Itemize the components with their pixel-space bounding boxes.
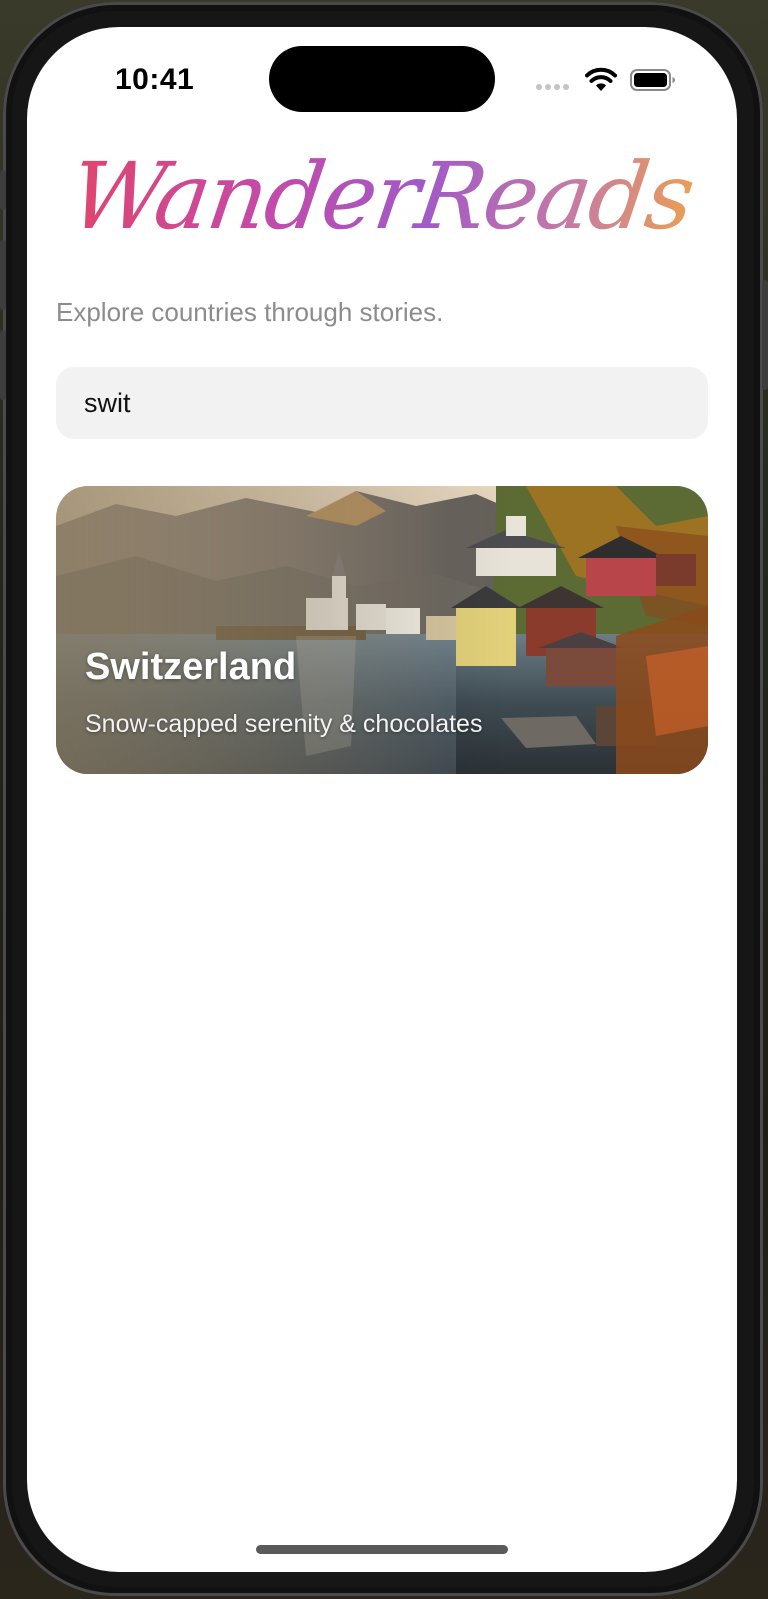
volume-up-button (0, 240, 6, 310)
card-country-name: Switzerland (85, 646, 297, 688)
volume-down-button (0, 330, 6, 400)
app-subtitle: Explore countries through stories. (56, 297, 444, 327)
status-time: 10:41 (115, 63, 195, 96)
action-button (0, 170, 6, 210)
wifi-icon (585, 67, 617, 91)
card-tagline: Snow-capped serenity & chocolates (85, 710, 483, 738)
app-title: WanderReads (60, 122, 721, 272)
country-card-switzerland[interactable]: Switzerland Snow-capped serenity & choco… (56, 486, 708, 774)
dynamic-island (269, 46, 495, 112)
home-indicator[interactable] (256, 1545, 508, 1554)
signal-dots-icon (536, 84, 569, 90)
power-button (762, 280, 768, 390)
status-bar: 10:41 (27, 27, 737, 137)
app-screen: 10:41 WanderReads Explore countries thro… (27, 27, 737, 1572)
search-input[interactable] (56, 367, 708, 439)
battery-icon (630, 69, 675, 91)
